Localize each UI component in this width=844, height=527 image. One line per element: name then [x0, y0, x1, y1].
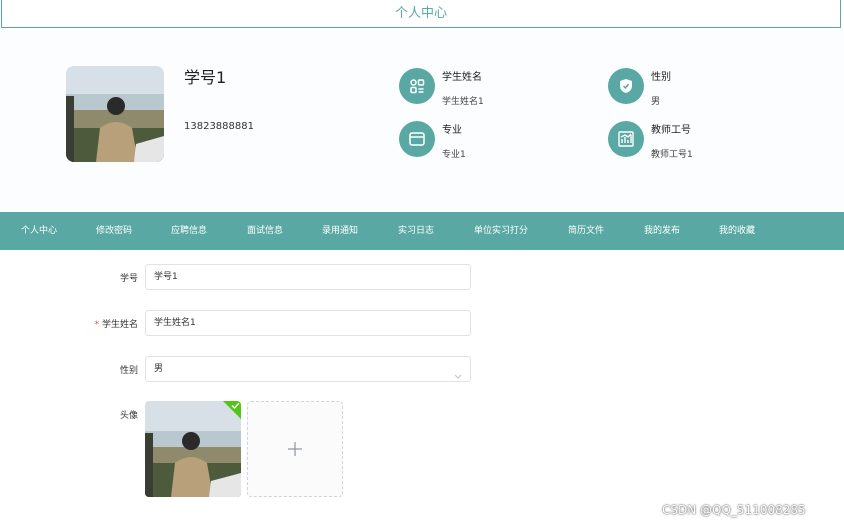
shield-icon [608, 68, 644, 104]
info-gender: 性别 男 [608, 68, 808, 108]
profile-summary: 学号1 13823888881 学生姓名 学生姓名1 性别 男 专业 专业1 教… [0, 30, 844, 210]
student-id-input[interactable]: 学号1 [145, 264, 471, 290]
info-label: 教师工号 [651, 125, 691, 136]
gender-select-value: 男 [154, 364, 164, 374]
info-student-name: 学生姓名 学生姓名1 [399, 68, 599, 108]
grid-icon [399, 68, 435, 104]
info-label: 学生姓名 [442, 72, 482, 83]
student-name-label: * 学生姓名 [53, 317, 138, 330]
student-name-input[interactable]: 学生姓名1 [145, 310, 471, 336]
main-nav: 个人中心 修改密码 应聘信息 面试信息 录用通知 实习日志 单位实习打分 简历文… [0, 212, 844, 250]
nav-item-favorites[interactable]: 我的收藏 [719, 212, 755, 250]
check-icon [231, 402, 240, 409]
info-value: 男 [651, 97, 661, 107]
card-icon [399, 121, 435, 157]
page-title: 个人中心 [1, 0, 841, 28]
plus-icon [288, 442, 302, 456]
chevron-down-icon [454, 366, 462, 390]
chart-icon [608, 121, 644, 157]
info-value: 学生姓名1 [442, 97, 484, 107]
nav-item-my-posts[interactable]: 我的发布 [644, 212, 680, 250]
info-major: 专业 专业1 [399, 121, 599, 161]
profile-name: 学号1 [184, 68, 227, 87]
info-value: 教师工号1 [651, 150, 693, 160]
gender-label: 性别 [119, 366, 138, 376]
required-mark: * [94, 320, 99, 330]
profile-avatar [66, 66, 164, 162]
gender-select[interactable]: 男 [145, 356, 471, 382]
student-id-label: 学号 [119, 274, 138, 284]
avatar-label: 头像 [119, 411, 138, 421]
info-teacher-id: 教师工号 教师工号1 [608, 121, 808, 161]
nav-item-offers[interactable]: 录用通知 [322, 212, 358, 250]
nav-item-applications[interactable]: 应聘信息 [171, 212, 207, 250]
nav-item-resume[interactable]: 简历文件 [568, 212, 604, 250]
info-label: 专业 [442, 125, 462, 136]
avatar-upload-preview[interactable] [145, 401, 241, 497]
student-name-label-text: 学生姓名 [101, 320, 138, 330]
avatar-upload-button[interactable] [247, 401, 343, 497]
nav-item-internship-score[interactable]: 单位实习打分 [474, 212, 528, 250]
info-label: 性别 [651, 72, 671, 83]
info-value: 专业1 [442, 150, 466, 160]
nav-item-interviews[interactable]: 面试信息 [247, 212, 283, 250]
nav-item-profile[interactable]: 个人中心 [21, 212, 57, 250]
profile-phone: 13823888881 [184, 121, 254, 132]
watermark: CSDN @QQ_511008285 [662, 503, 806, 517]
nav-item-change-password[interactable]: 修改密码 [96, 212, 132, 250]
nav-item-internship-log[interactable]: 实习日志 [398, 212, 434, 250]
